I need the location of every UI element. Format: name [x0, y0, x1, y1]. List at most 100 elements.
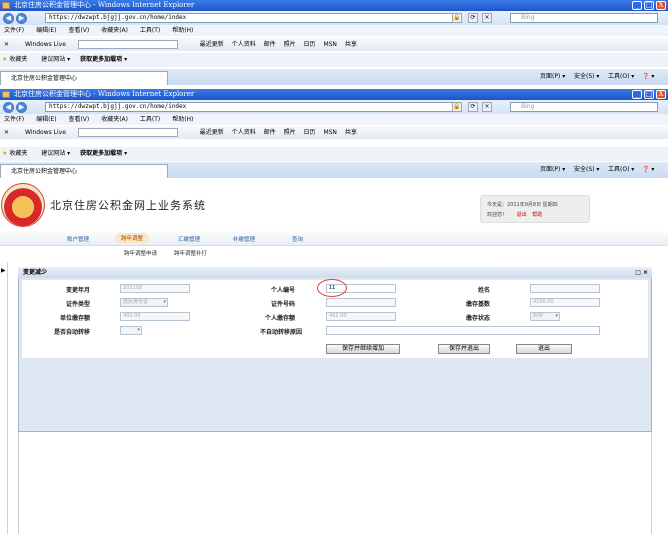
auto-transfer-select[interactable]	[120, 326, 142, 335]
logout-link[interactable]: 退出	[517, 212, 527, 218]
favorites-bar: ★ 收藏夹 建议网站 ▾ 获取更多加载项 ▾	[0, 147, 668, 161]
forward-icon[interactable]: ▶	[16, 13, 27, 24]
save-exit-button[interactable]: 保存并退出	[438, 344, 490, 354]
close-button[interactable]: X	[656, 1, 666, 10]
wl-mail[interactable]: 邮件	[264, 129, 276, 136]
change-month-field[interactable]: 201108	[120, 284, 190, 293]
name-field[interactable]	[530, 284, 600, 293]
favorites-label[interactable]: 收藏夹	[9, 150, 27, 157]
menu-favorites[interactable]: 收藏夹(A)	[101, 27, 128, 34]
label-unit-deposit: 单位缴存额	[59, 315, 90, 322]
minimize-button[interactable]: _	[632, 1, 642, 10]
stop-icon[interactable]: ×	[482, 102, 492, 112]
label-deposit-base: 缴存基数	[465, 301, 490, 308]
forward-icon[interactable]: ▶	[16, 102, 27, 113]
close-icon[interactable]: ✕	[4, 41, 9, 48]
wl-photos[interactable]: 照片	[284, 41, 296, 48]
exit-button[interactable]: 退出	[516, 344, 572, 354]
unit-deposit-field[interactable]: 492.00	[120, 312, 190, 321]
personal-deposit-field[interactable]: 492.00	[326, 312, 396, 321]
live-search-input[interactable]	[77, 40, 178, 49]
address-bar-back: ◀ ▶ https://dwzwpt.bjgjj.gov.cn/home/ind…	[0, 11, 668, 25]
search-input[interactable]: Bing	[510, 13, 658, 23]
subnav-reprint[interactable]: 跨年调整补打	[174, 249, 207, 257]
cmd-page[interactable]: 页面(P) ▾	[540, 69, 565, 85]
wl-mail[interactable]: 邮件	[264, 41, 276, 48]
minimize-button[interactable]: _	[632, 90, 642, 99]
menu-favorites[interactable]: 收藏夹(A)	[101, 116, 128, 123]
wl-profile[interactable]: 个人资料	[232, 41, 256, 48]
back-icon[interactable]: ◀	[3, 102, 14, 113]
menu-help[interactable]: 帮助(H)	[172, 116, 193, 123]
maximize-button[interactable]: □	[644, 1, 654, 10]
menu-view[interactable]: 查看(V)	[68, 27, 89, 34]
menu-file[interactable]: 文件(F)	[4, 116, 24, 123]
panel-controls[interactable]: □ ×	[635, 267, 648, 278]
wl-profile[interactable]: 个人资料	[232, 129, 256, 136]
refresh-icon[interactable]: ⟳	[468, 102, 478, 112]
label-name: 姓名	[477, 287, 490, 294]
menu-edit[interactable]: 编辑(E)	[36, 27, 56, 34]
nav-query[interactable]: 查询	[292, 235, 303, 243]
expand-arrow-icon[interactable]: ▶	[1, 267, 6, 274]
nav-annual-adjust[interactable]: 跨年调整	[115, 233, 150, 243]
back-icon[interactable]: ◀	[3, 13, 14, 24]
wl-photos[interactable]: 照片	[284, 129, 296, 136]
label-personal-deposit: 个人缴存额	[264, 315, 295, 322]
cmd-safety[interactable]: 安全(S) ▾	[574, 162, 599, 178]
live-search-input[interactable]	[77, 128, 178, 137]
id-type-select[interactable]: 居民身份证	[120, 298, 168, 307]
get-addons[interactable]: 获取更多加载项 ▾	[80, 150, 127, 157]
save-continue-button[interactable]: 保存并继续增加	[326, 344, 400, 354]
menu-file[interactable]: 文件(F)	[4, 27, 24, 34]
cmd-tools[interactable]: 工具(O) ▾	[608, 69, 634, 85]
url-input[interactable]: https://dwzwpt.bjgjj.gov.cn/home/index	[45, 102, 462, 112]
nav-remittance[interactable]: 汇缴管理	[178, 235, 200, 243]
subnav-apply[interactable]: 跨年调整申请	[124, 249, 157, 257]
close-icon[interactable]: ✕	[4, 129, 9, 136]
tab-main[interactable]: 北京住房公积金管理中心	[0, 164, 168, 178]
help-link[interactable]: 帮助	[532, 212, 542, 218]
address-bar: ◀ ▶ https://dwzwpt.bjgjj.gov.cn/home/ind…	[0, 100, 668, 114]
ie-icon	[2, 2, 10, 9]
cmd-help[interactable]: ❓ ▾	[642, 162, 654, 178]
cmd-tools[interactable]: 工具(O) ▾	[608, 162, 634, 178]
wl-msn[interactable]: MSN	[323, 129, 336, 136]
nav-account[interactable]: 账户管理	[67, 235, 89, 243]
get-addons[interactable]: 获取更多加载项 ▾	[80, 56, 127, 63]
suggested-sites[interactable]: 建议网站 ▾	[41, 56, 70, 63]
search-input[interactable]: Bing	[510, 102, 658, 112]
cmd-page[interactable]: 页面(P) ▾	[540, 162, 565, 178]
wl-share[interactable]: 共享	[345, 41, 357, 48]
wl-calendar[interactable]: 日历	[304, 41, 316, 48]
windows-live-brand[interactable]: Windows Live	[25, 41, 66, 48]
stop-icon[interactable]: ×	[482, 13, 492, 23]
menu-tools[interactable]: 工具(T)	[140, 116, 160, 123]
menu-view[interactable]: 查看(V)	[68, 116, 89, 123]
menu-edit[interactable]: 编辑(E)	[36, 116, 56, 123]
windows-live-brand[interactable]: Windows Live	[25, 129, 66, 136]
url-input[interactable]: https://dwzwpt.bjgjj.gov.cn/home/index	[45, 13, 462, 23]
close-button[interactable]: X	[656, 90, 666, 99]
tab-main[interactable]: 北京住房公积金管理中心	[0, 71, 168, 85]
deposit-base-field[interactable]: 4100.00	[530, 298, 600, 307]
wl-msn[interactable]: MSN	[323, 41, 336, 48]
nav-supplementary[interactable]: 补缴管理	[233, 235, 255, 243]
wl-calendar[interactable]: 日历	[304, 129, 316, 136]
id-number-field[interactable]	[326, 298, 396, 307]
cmd-safety[interactable]: 安全(S) ▾	[574, 69, 599, 85]
menu-tools[interactable]: 工具(T)	[140, 27, 160, 34]
menu-help[interactable]: 帮助(H)	[172, 27, 193, 34]
wl-share[interactable]: 共享	[345, 129, 357, 136]
favorites-label[interactable]: 收藏夹	[9, 56, 27, 63]
maximize-button[interactable]: □	[644, 90, 654, 99]
no-transfer-reason-input[interactable]	[326, 326, 600, 335]
wl-recent[interactable]: 最近更新	[200, 41, 224, 48]
suggested-sites[interactable]: 建议网站 ▾	[41, 150, 70, 157]
star-icon: ★	[2, 150, 8, 157]
deposit-status-select[interactable]: 封存	[530, 312, 560, 321]
logo-icon	[1, 183, 45, 227]
cmd-help[interactable]: ❓ ▾	[642, 69, 654, 85]
wl-recent[interactable]: 最近更新	[200, 129, 224, 136]
refresh-icon[interactable]: ⟳	[468, 13, 478, 23]
